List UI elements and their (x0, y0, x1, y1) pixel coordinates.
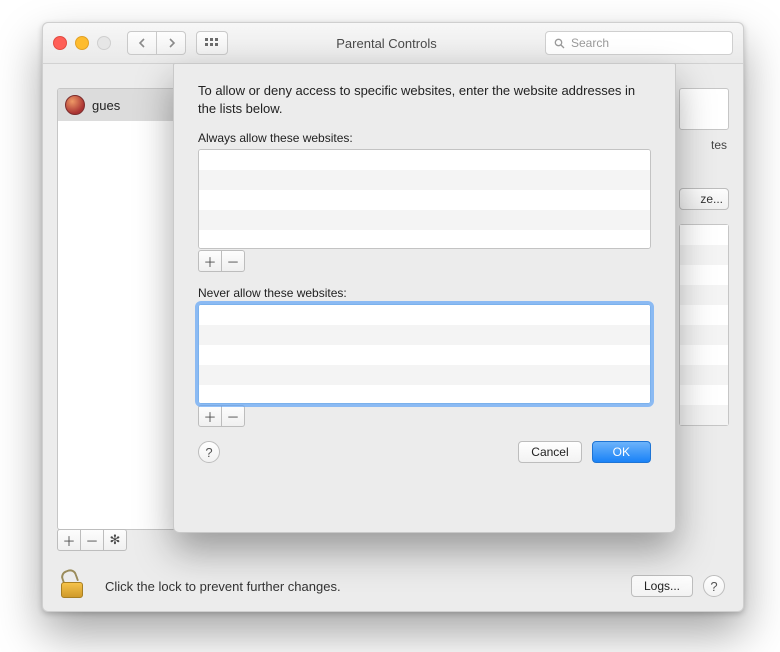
cancel-button[interactable]: Cancel (518, 441, 581, 463)
deny-list[interactable] (198, 304, 651, 404)
user-row[interactable]: gues (58, 89, 176, 121)
user-name-label: gues (92, 98, 120, 113)
peek-label: tes (679, 138, 729, 152)
sheet-help-button[interactable]: ? (198, 441, 220, 463)
chevron-left-icon (138, 38, 147, 48)
sheet-intro-text: To allow or deny access to specific webs… (198, 82, 651, 117)
chevron-right-icon (167, 38, 176, 48)
deny-add-button[interactable]: ＋ (198, 405, 222, 427)
help-icon: ? (205, 445, 212, 460)
lock-help-text: Click the lock to prevent further change… (105, 579, 621, 594)
minus-icon: － (85, 531, 98, 550)
deny-list-label: Never allow these websites: (198, 286, 651, 300)
deny-list-controls: ＋ － (198, 405, 651, 427)
sidebar-footer: ＋ － ✻ (57, 529, 127, 551)
website-customize-sheet: To allow or deny access to specific webs… (173, 63, 676, 533)
customize-button[interactable]: ze... (679, 188, 729, 210)
allow-add-button[interactable]: ＋ (198, 250, 222, 272)
show-all-button[interactable] (196, 31, 228, 55)
window-title: Parental Controls (238, 36, 535, 51)
search-field[interactable]: Search (545, 31, 733, 55)
grid-icon (205, 38, 219, 48)
search-placeholder: Search (571, 36, 609, 50)
forward-button[interactable] (157, 31, 186, 55)
titlebar: Parental Controls Search (43, 23, 743, 64)
search-icon (554, 38, 565, 49)
ok-button[interactable]: OK (592, 441, 651, 463)
right-panel-peek: tes ze... (679, 88, 729, 528)
remove-user-button[interactable]: － (81, 529, 104, 551)
plus-icon: ＋ (203, 252, 216, 271)
window-controls (53, 36, 111, 50)
lock-body-icon (61, 582, 83, 598)
user-avatar-icon (65, 95, 85, 115)
minimize-window-button[interactable] (75, 36, 89, 50)
sheet-footer: ? Cancel OK (198, 441, 651, 463)
users-sidebar: gues (57, 88, 177, 530)
allow-list-label: Always allow these websites: (198, 131, 651, 145)
lock-button[interactable] (61, 574, 81, 598)
help-icon: ? (710, 579, 717, 594)
allow-list-controls: ＋ － (198, 250, 651, 272)
logs-button[interactable]: Logs... (631, 575, 693, 597)
zoom-window-button (97, 36, 111, 50)
help-button[interactable]: ? (703, 575, 725, 597)
plus-icon: ＋ (62, 531, 75, 550)
nav-segmented (127, 31, 186, 55)
allow-list[interactable] (198, 149, 651, 249)
bottom-bar: Click the lock to prevent further change… (43, 560, 743, 612)
close-window-button[interactable] (53, 36, 67, 50)
gear-icon: ✻ (110, 532, 121, 548)
plus-icon: ＋ (203, 407, 216, 426)
sidebar-actions-button[interactable]: ✻ (104, 529, 127, 551)
deny-remove-button[interactable]: － (222, 405, 245, 427)
allow-remove-button[interactable]: － (222, 250, 245, 272)
add-user-button[interactable]: ＋ (57, 529, 81, 551)
minus-icon: － (226, 407, 239, 426)
back-button[interactable] (127, 31, 157, 55)
minus-icon: － (226, 252, 239, 271)
